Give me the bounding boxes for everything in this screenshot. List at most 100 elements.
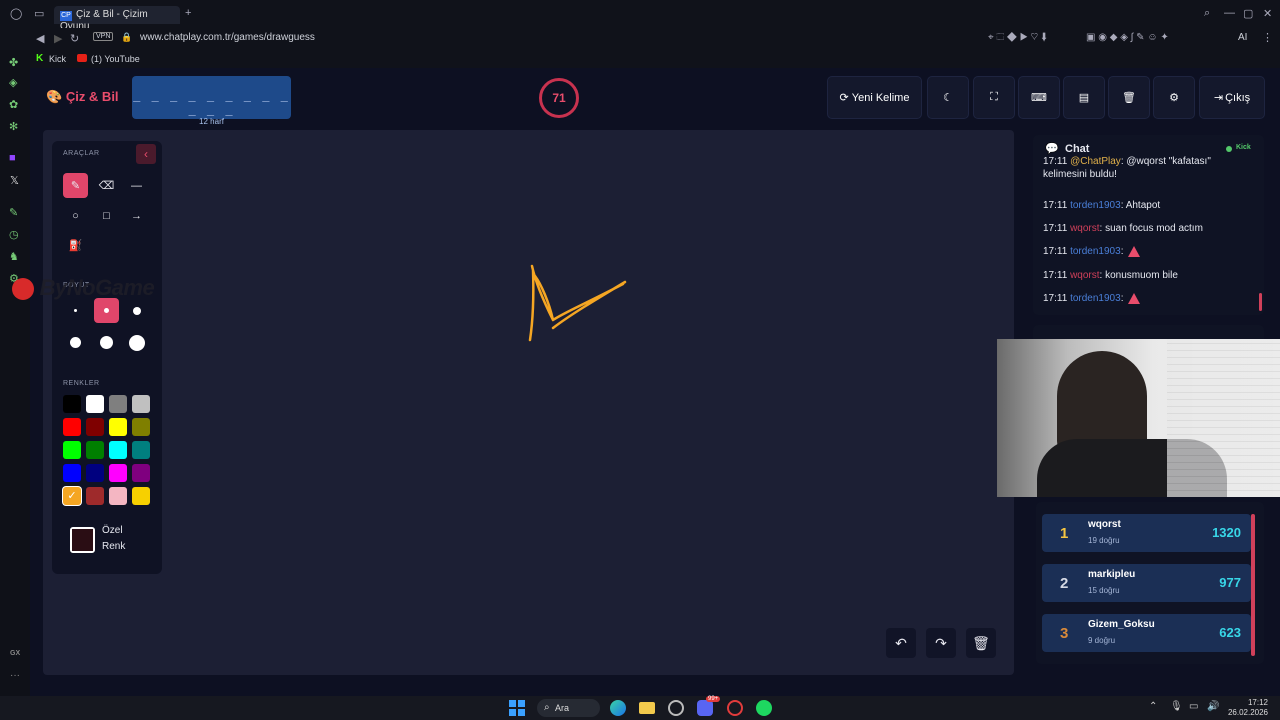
keyboard-button[interactable]: ⌨	[1018, 76, 1060, 119]
bookmark-kick[interactable]: Kick	[49, 54, 66, 64]
spotify-icon[interactable]	[756, 700, 772, 716]
leaderboard-scrollbar[interactable]	[1251, 514, 1255, 656]
settings-button[interactable]: ⚙	[1153, 76, 1195, 119]
chevron-up-icon[interactable]: ⌃	[1149, 701, 1157, 712]
minimize-icon[interactable]: —	[1224, 7, 1235, 19]
size-1[interactable]	[63, 298, 88, 323]
size-5[interactable]	[94, 330, 119, 355]
chat-user[interactable]: wqorst	[1070, 223, 1099, 234]
exit-button[interactable]: ⇥ Çıkış	[1199, 76, 1265, 119]
opera-gx-icon[interactable]	[668, 700, 684, 716]
bookmark-youtube[interactable]: (1) YouTube	[91, 54, 140, 64]
arrow-tool[interactable]: →	[124, 203, 149, 228]
sidebar-icon-5[interactable]: ✎	[9, 206, 18, 219]
forward-icon[interactable]: ▶	[54, 32, 62, 45]
color-swatch[interactable]	[63, 418, 81, 436]
x-icon[interactable]: 𝕏	[10, 174, 19, 187]
tab-overview-icon[interactable]: ▭	[34, 7, 44, 20]
color-swatch[interactable]	[132, 441, 150, 459]
size-4[interactable]	[63, 330, 88, 355]
reload-icon[interactable]: ↻	[70, 32, 79, 45]
taskbar-search[interactable]: ⌕ Ara	[537, 699, 600, 717]
sidebar-icon-2[interactable]: ◈	[9, 76, 17, 89]
app-logo[interactable]: 🎨 Çiz & Bil	[46, 89, 119, 105]
sidebar-icon-4[interactable]: ✻	[9, 120, 18, 133]
size-6[interactable]	[124, 330, 149, 355]
opera-logo-icon[interactable]: ◯	[10, 7, 22, 20]
brush-tool[interactable]: ✎	[63, 173, 88, 198]
fullscreen-button[interactable]: ⛶	[973, 76, 1015, 119]
color-swatch[interactable]	[109, 418, 127, 436]
trash-button[interactable]: 🗑	[1108, 76, 1150, 119]
ai-button[interactable]: AI	[1238, 32, 1247, 43]
clear-canvas-button[interactable]: 🗑	[966, 628, 996, 658]
menu-icon[interactable]: ⋮	[1262, 31, 1273, 44]
more-icon[interactable]: ···	[10, 670, 20, 681]
color-swatch[interactable]	[109, 395, 127, 413]
line-tool[interactable]: —	[124, 173, 149, 198]
chat-user[interactable]: wqorst	[1070, 270, 1099, 281]
color-swatch[interactable]	[86, 487, 104, 505]
color-swatch[interactable]	[132, 464, 150, 482]
undo-button[interactable]: ↶	[886, 628, 916, 658]
search-icon[interactable]: ⌕	[1204, 7, 1210, 20]
discord-icon[interactable]	[697, 700, 713, 716]
browser-tab[interactable]: CP Çiz & Bil - Çizim Oyunu	[54, 6, 180, 32]
circle-tool[interactable]: ○	[63, 203, 88, 228]
extension-icons[interactable]: ⌖ ⬚ ◆ ▶ ♡ ⬇	[988, 32, 1047, 43]
color-swatch[interactable]	[86, 464, 104, 482]
color-swatch[interactable]	[132, 418, 150, 436]
edge-icon[interactable]	[610, 700, 626, 716]
sidebar-icon-3[interactable]: ✿	[9, 98, 18, 111]
mic-icon[interactable]: 🎙	[1170, 701, 1183, 712]
color-swatch[interactable]	[109, 441, 127, 459]
url-field[interactable]: www.chatplay.com.tr/games/drawguess	[140, 32, 315, 43]
color-swatch[interactable]	[86, 418, 104, 436]
color-swatch[interactable]	[86, 395, 104, 413]
back-icon[interactable]: ◀	[36, 32, 44, 45]
archive-button[interactable]: ▤	[1063, 76, 1105, 119]
maximize-icon[interactable]: ▢	[1243, 7, 1253, 20]
size-3[interactable]	[124, 298, 149, 323]
color-swatch[interactable]	[63, 464, 81, 482]
sidebar-icon-6[interactable]: ♞	[9, 250, 19, 263]
color-swatch[interactable]	[132, 395, 150, 413]
file-explorer-icon[interactable]	[639, 702, 655, 714]
chat-input-area[interactable]	[1033, 325, 1264, 339]
color-swatch[interactable]	[86, 441, 104, 459]
volume-icon[interactable]: 🔊	[1207, 701, 1219, 712]
app-icon[interactable]	[727, 700, 743, 716]
color-swatch[interactable]	[132, 487, 150, 505]
color-swatch[interactable]	[109, 464, 127, 482]
color-swatch[interactable]	[63, 395, 81, 413]
extension-icons-2[interactable]: ▣ ◉ ◆ ◈ ∫ ✎ ☺ ✦	[1086, 32, 1169, 43]
clock[interactable]: 17:12 26.02.2026	[1226, 698, 1268, 718]
redo-button[interactable]: ↷	[926, 628, 956, 658]
chat-user[interactable]: torden1903	[1070, 293, 1121, 304]
vpn-badge[interactable]: VPN	[93, 32, 114, 41]
collapse-panel-button[interactable]: ‹	[136, 144, 156, 164]
drawing-canvas[interactable]	[43, 130, 1014, 675]
chat-user[interactable]: torden1903	[1070, 200, 1121, 211]
color-swatch[interactable]: ✓	[63, 487, 81, 505]
custom-color-button[interactable]	[70, 527, 95, 553]
close-icon[interactable]: ✕	[1263, 7, 1272, 20]
new-word-button[interactable]: ⟳ Yeni Kelime	[827, 76, 922, 119]
windows-start-icon[interactable]	[509, 700, 525, 716]
color-swatch[interactable]	[109, 487, 127, 505]
color-swatch[interactable]	[63, 441, 81, 459]
eraser-tool[interactable]: ⌫	[94, 173, 119, 198]
history-icon[interactable]: ◷	[9, 228, 19, 241]
network-icon[interactable]: ▭	[1189, 701, 1198, 712]
dark-mode-button[interactable]: ☾	[927, 76, 969, 119]
sidebar-icon-1[interactable]: ✤	[9, 56, 18, 69]
size-2[interactable]	[94, 298, 119, 323]
twitch-icon[interactable]: ■	[9, 152, 16, 164]
rectangle-tool[interactable]: □	[94, 203, 119, 228]
chat-user[interactable]: torden1903	[1070, 246, 1121, 257]
chat-user[interactable]: @ChatPlay	[1070, 156, 1121, 167]
fill-tool[interactable]: ⛽	[63, 233, 88, 258]
chat-scrollbar[interactable]	[1259, 293, 1262, 311]
new-tab-icon[interactable]: +	[185, 7, 191, 19]
word-dashes: _ _ _ _ _ _ _ _ _ _ _ _	[133, 88, 290, 116]
